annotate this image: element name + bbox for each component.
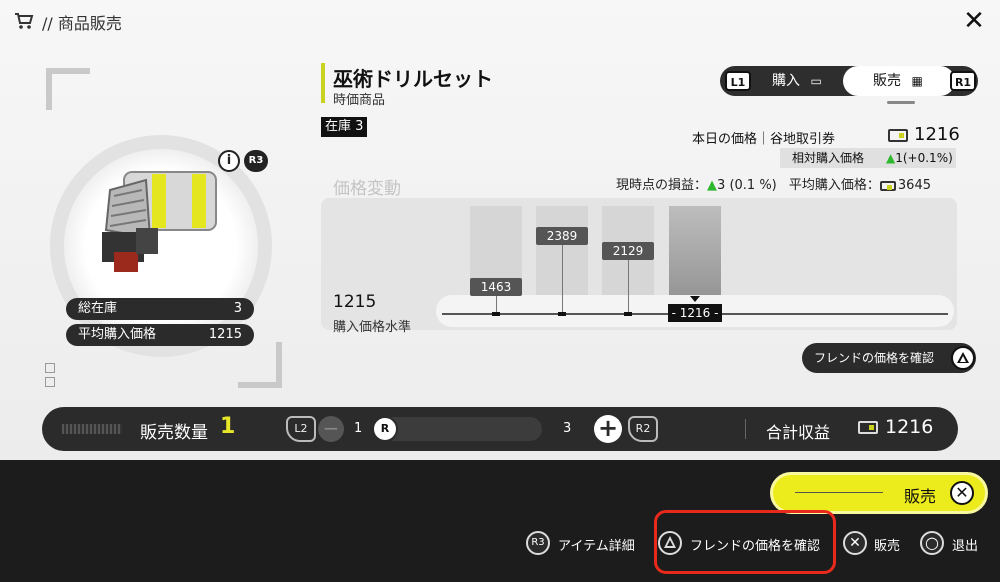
relative-price: ▲1(+0.1%) (886, 148, 953, 168)
chart-value-label: 2389 (536, 227, 588, 246)
ticket-icon (858, 421, 878, 434)
baseline-value: 1215 (333, 292, 377, 312)
item-subtitle: 時価商品 (333, 93, 386, 108)
page-indicator-square (45, 377, 55, 387)
hint-sell[interactable]: 販売 (874, 535, 900, 554)
chart-point (624, 312, 632, 316)
profit-loss-row: 現時点の損益：▲3 (0.1 %) 平均購入価格： 3645 (616, 174, 931, 193)
minus-button[interactable]: − (318, 416, 344, 442)
cross-hint-icon: ✕ (843, 531, 867, 555)
hint-exit[interactable]: 退出 (952, 535, 978, 554)
page-indicator-square (45, 363, 55, 373)
tab-indicator (887, 101, 915, 104)
chart-avg-label: 平均購入価格： (788, 178, 880, 193)
chart-stem (496, 296, 497, 313)
total-stock-label: 総在庫 (78, 301, 118, 316)
hint-item-details[interactable]: アイテム詳細 (558, 535, 635, 554)
sell-button-line (795, 492, 883, 493)
item-name: 巫術ドリルセット (333, 67, 493, 91)
chart-title: 価格変動 (333, 179, 401, 199)
r2-button-icon: R2 (628, 416, 658, 442)
quantity-value: 1 (220, 414, 236, 439)
chart-avg-value: 3645 (897, 178, 931, 193)
stock-value: 3 (355, 119, 364, 134)
friend-price-button[interactable]: フレンドの価格を確認 (802, 343, 976, 373)
total-value-text: 1216 (885, 416, 934, 438)
quantity-slider[interactable] (382, 417, 542, 441)
chart-current-label: - 1216 - (668, 304, 722, 322)
chart-point (492, 312, 500, 316)
tab-sell-label: 販売 (873, 73, 901, 89)
triangle-icon (951, 346, 975, 370)
baseline-label: 購入価格水準 (333, 320, 412, 335)
profit-loss-pct: (0.1 %) (729, 178, 777, 193)
today-price-label: 本日の価格｜谷地取引券 (692, 132, 836, 147)
quantity-label: 販売数量 (140, 423, 208, 443)
frame-corner-top-left-h (46, 68, 90, 92)
ticket-icon (879, 180, 896, 191)
page-title: // 商品販売 (42, 14, 122, 33)
r1-button-icon: R1 (950, 71, 976, 91)
buy-icon: ▭ (810, 74, 822, 88)
chart-current-pointer (690, 296, 700, 302)
chart-stem (562, 245, 563, 313)
stock-badge: 在庫 3 (321, 117, 368, 137)
sell-button-label: 販売 (904, 487, 937, 506)
total-stock-row: 総在庫 3 (66, 298, 254, 320)
frame-corner-bottom-right (238, 342, 282, 388)
cart-icon (15, 13, 34, 29)
stock-label: 在庫 (325, 119, 352, 134)
tab-sell[interactable]: 販売 ▦ (843, 66, 955, 96)
circle-hint-icon: ○ (920, 531, 944, 555)
profit-loss-label: 現時点の損益： (616, 178, 708, 193)
info-icon[interactable]: i (218, 150, 240, 172)
ticket-icon (888, 128, 908, 142)
avg-price-label: 平均購入価格 (78, 327, 157, 342)
avg-price-row: 平均購入価格 1215 (66, 324, 254, 346)
total-stock-value: 3 (233, 301, 242, 316)
cross-icon: ✕ (950, 481, 974, 505)
quantity-divider (745, 419, 746, 439)
up-arrow-icon: ▲ (886, 151, 896, 165)
profit-loss-value: 3 (717, 178, 726, 193)
friend-price-label: フレンドの価格を確認 (814, 351, 935, 365)
item-image (102, 171, 217, 272)
total-value: 1216 (858, 416, 933, 438)
chart-stem (628, 259, 629, 313)
total-label: 合計収益 (766, 423, 831, 442)
chart-value-label: 2129 (602, 241, 654, 260)
tab-buy[interactable]: 購入 ▭ (760, 66, 840, 96)
sell-icon: ▦ (911, 74, 923, 88)
chart-point (558, 312, 566, 316)
chart-value-label: 1463 (470, 278, 522, 297)
tab-buy-label: 購入 (772, 73, 800, 89)
today-price-value: 1216 (914, 124, 960, 145)
relative-price-value: 1(+0.1%) (895, 151, 953, 165)
l2-button-icon: L2 (286, 416, 316, 442)
l1-button-icon: L1 (725, 71, 751, 91)
close-icon[interactable]: ✕ (960, 7, 988, 35)
plus-button[interactable]: + (594, 415, 622, 443)
r3-hint-icon: R3 (526, 531, 550, 555)
accent-bar (321, 63, 325, 103)
slider-knob[interactable]: R (372, 416, 398, 442)
quantity-stripe (62, 424, 122, 434)
slider-max: 3 (563, 421, 572, 436)
highlight-box (654, 510, 836, 574)
today-price: 1216 (888, 124, 960, 145)
slider-min: 1 (354, 421, 363, 436)
up-arrow-icon: ▲ (707, 178, 718, 193)
avg-price-value: 1215 (208, 327, 242, 342)
r3-button-icon: R3 (244, 150, 268, 172)
